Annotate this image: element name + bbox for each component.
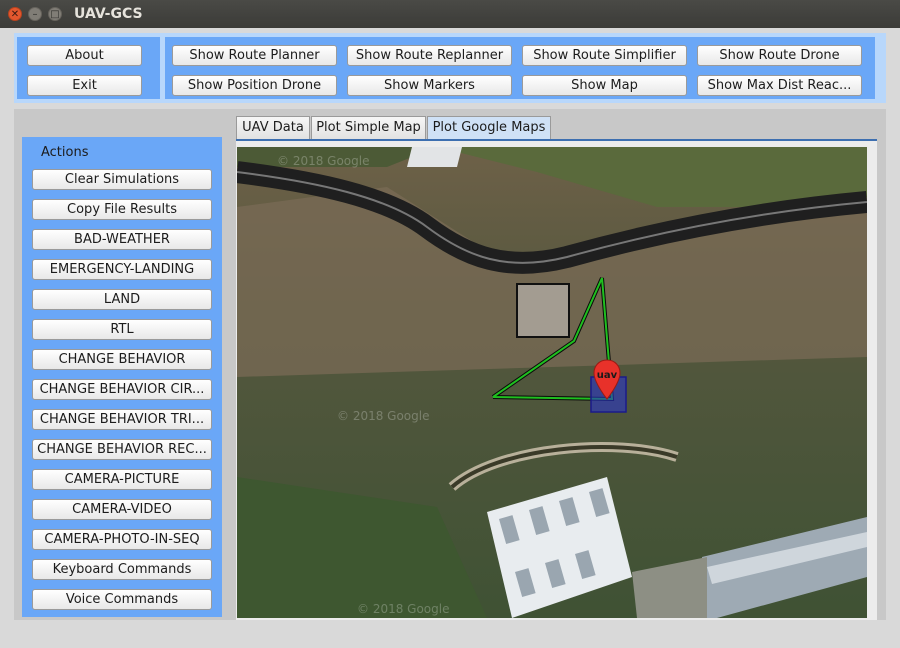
emergency-landing-button[interactable]: EMERGENCY-LANDING: [32, 259, 212, 280]
close-icon[interactable]: ✕: [8, 7, 22, 21]
clear-simulations-button[interactable]: Clear Simulations: [32, 169, 212, 190]
map-canvas: uav © 2018 Google © 2018 Google © 2018 G…: [237, 147, 867, 618]
show-buttons-panel: Show Route Planner Show Route Replanner …: [165, 37, 875, 99]
marker-area[interactable]: [516, 283, 570, 338]
map-watermark-middle: © 2018 Google: [337, 409, 429, 423]
window-title: UAV-GCS: [74, 6, 143, 22]
map-tab-content: uav © 2018 Google © 2018 Google © 2018 G…: [236, 141, 877, 620]
app-buttons-panel: About Exit: [17, 37, 160, 99]
camera-photo-in-seq-button[interactable]: CAMERA-PHOTO-IN-SEQ: [32, 529, 212, 550]
map-watermark-top: © 2018 Google: [277, 154, 369, 168]
top-toolbar: About Exit Show Route Planner Show Route…: [14, 33, 886, 103]
show-position-drone-button[interactable]: Show Position Drone: [172, 75, 337, 96]
title-bar: ✕ – □ UAV-GCS: [0, 0, 900, 28]
tab-uav-data[interactable]: UAV Data: [236, 116, 310, 139]
voice-commands-button[interactable]: Voice Commands: [32, 589, 212, 610]
minimize-icon[interactable]: –: [28, 7, 42, 21]
show-route-planner-button[interactable]: Show Route Planner: [172, 45, 337, 66]
actions-title: Actions: [41, 145, 89, 160]
workspace: Actions Clear Simulations Copy File Resu…: [14, 109, 886, 620]
about-button[interactable]: About: [27, 45, 142, 66]
change-behavior-triangle-button[interactable]: CHANGE BEHAVIOR TRI...: [32, 409, 212, 430]
small-building: [407, 147, 462, 167]
tab-plot-simple-map[interactable]: Plot Simple Map: [311, 116, 426, 139]
main-window: ✕ – □ UAV-GCS About Exit Show Route Plan…: [0, 0, 900, 648]
exit-button[interactable]: Exit: [27, 75, 142, 96]
show-max-dist-button[interactable]: Show Max Dist Reac...: [697, 75, 862, 96]
show-route-simplifier-button[interactable]: Show Route Simplifier: [522, 45, 687, 66]
tab-plot-google-maps[interactable]: Plot Google Maps: [427, 116, 551, 140]
show-route-replanner-button[interactable]: Show Route Replanner: [347, 45, 512, 66]
uav-marker-label: uav: [597, 370, 618, 381]
change-behavior-button[interactable]: CHANGE BEHAVIOR: [32, 349, 212, 370]
satellite-map[interactable]: uav © 2018 Google © 2018 Google © 2018 G…: [237, 147, 867, 618]
camera-video-button[interactable]: CAMERA-VIDEO: [32, 499, 212, 520]
camera-picture-button[interactable]: CAMERA-PICTURE: [32, 469, 212, 490]
change-behavior-rectangle-button[interactable]: CHANGE BEHAVIOR REC...: [32, 439, 212, 460]
show-route-drone-button[interactable]: Show Route Drone: [697, 45, 862, 66]
change-behavior-circle-button[interactable]: CHANGE BEHAVIOR CIR...: [32, 379, 212, 400]
copy-file-results-button[interactable]: Copy File Results: [32, 199, 212, 220]
rtl-button[interactable]: RTL: [32, 319, 212, 340]
land-button[interactable]: LAND: [32, 289, 212, 310]
show-map-button[interactable]: Show Map: [522, 75, 687, 96]
bad-weather-button[interactable]: BAD-WEATHER: [32, 229, 212, 250]
show-markers-button[interactable]: Show Markers: [347, 75, 512, 96]
actions-panel: Actions Clear Simulations Copy File Resu…: [22, 137, 222, 617]
keyboard-commands-button[interactable]: Keyboard Commands: [32, 559, 212, 580]
maximize-icon[interactable]: □: [48, 7, 62, 21]
map-watermark-bottom: © 2018 Google: [357, 602, 449, 616]
